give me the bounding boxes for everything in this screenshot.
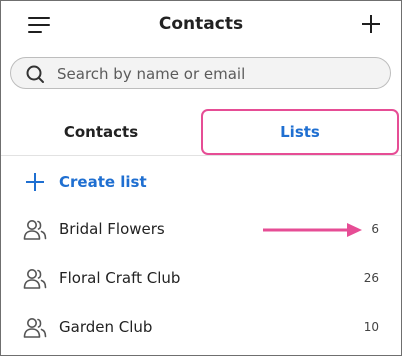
create-list-label: Create list: [59, 173, 147, 191]
people-icon: [23, 269, 47, 289]
create-list-button[interactable]: Create list: [1, 167, 401, 197]
plus-icon: [26, 173, 44, 191]
search-bar: [10, 57, 391, 90]
people-icon: [23, 318, 47, 338]
add-contact-button[interactable]: [361, 14, 381, 34]
people-icon: [23, 220, 47, 240]
list-count: 6: [371, 222, 379, 236]
tab-contacts-label: Contacts: [63, 123, 139, 141]
list-name: Floral Craft Club: [59, 269, 181, 287]
tab-lists[interactable]: Lists: [201, 109, 399, 155]
search-input[interactable]: [55, 58, 379, 90]
tab-contacts[interactable]: Contacts: [1, 109, 201, 155]
app-frame: Contacts Contacts Lists Create list Brid…: [0, 0, 402, 356]
list-count: 10: [363, 320, 379, 334]
page-title: Contacts: [158, 14, 244, 34]
list-item[interactable]: Garden Club 10: [1, 305, 401, 351]
search-icon: [26, 65, 44, 83]
list-item[interactable]: Floral Craft Club 26: [1, 256, 401, 302]
list-name: Garden Club: [59, 318, 153, 336]
list-count: 26: [363, 271, 379, 285]
annotation-arrow-icon: [263, 223, 362, 237]
header: Contacts: [1, 1, 401, 49]
list-name: Bridal Flowers: [59, 220, 165, 238]
tab-lists-label: Lists: [280, 123, 320, 141]
tabs-divider: [1, 155, 401, 156]
